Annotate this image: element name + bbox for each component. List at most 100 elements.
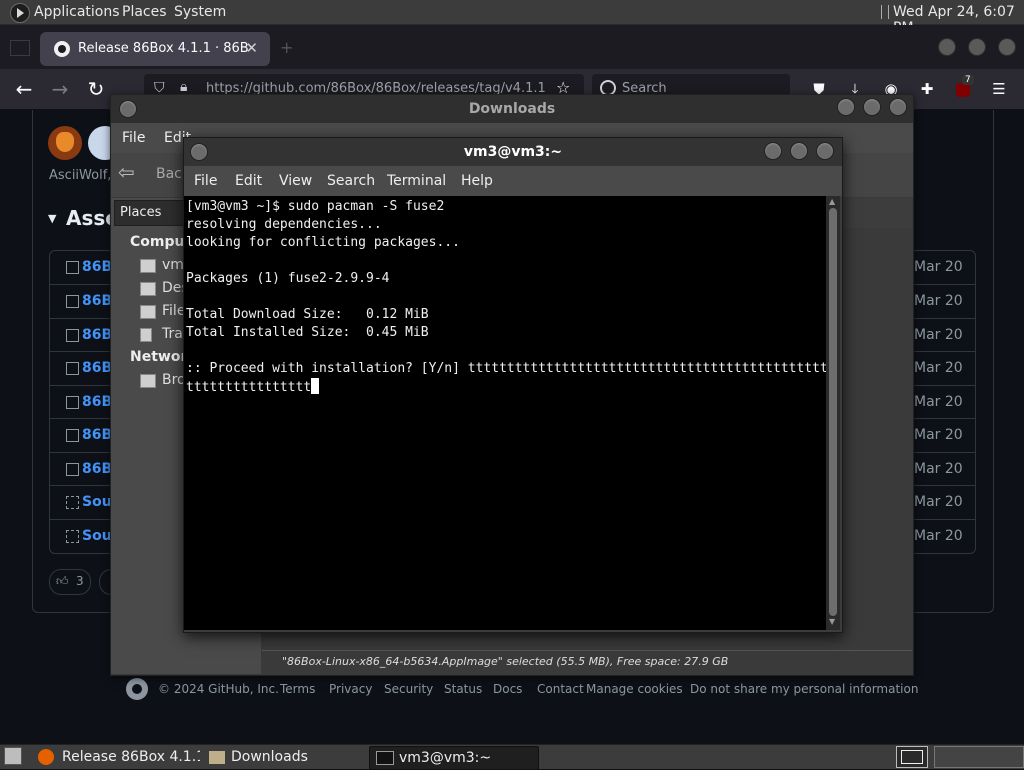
contributor-avatar[interactable] [48,126,82,160]
scroll-down-icon[interactable]: ▼ [829,617,835,626]
task-downloads[interactable]: Downloads [203,746,363,768]
top-panel: Applications Places System Wed Apr 24, 6… [0,0,1024,36]
scrollbar-thumb[interactable] [829,208,837,616]
terminal-scrollbar[interactable]: ▲ ▼ [826,196,840,630]
task-label: Downloads [231,749,308,765]
menu-help[interactable]: Help [461,173,493,189]
distro-logo-icon[interactable] [10,3,30,23]
menu-file[interactable]: File [122,130,145,146]
asset-date: Mar 20 [914,461,963,477]
forward-arrow-icon[interactable]: → [48,78,72,100]
menu-view[interactable]: View [279,173,312,189]
terminal-title: vm3@vm3:~ [463,144,563,160]
browser-tab[interactable]: Release 86Box 4.1.1 · 86Box ✕ [40,32,270,66]
scroll-up-icon[interactable]: ▲ [829,197,835,206]
new-tab-icon[interactable]: + [280,38,293,57]
maximize-window-button[interactable] [863,98,881,116]
show-desktop-icon[interactable] [4,747,22,765]
thumbs-up-reaction-button[interactable]: 👍︎ 3 [49,569,91,595]
footer-link-contact[interactable]: Contact [537,682,584,696]
trash-icon [140,328,152,342]
package-icon [66,396,79,409]
applications-menu[interactable]: Applications [34,4,120,20]
footer-link-manage-cookies[interactable]: Manage cookies [586,682,683,696]
downloads-title: Downloads [468,101,556,117]
package-icon [66,295,79,308]
minimize-window-button[interactable] [938,38,956,56]
back-arrow-icon[interactable]: ← [12,78,36,100]
close-window-button[interactable] [816,142,834,160]
package-icon [66,261,79,274]
system-menu[interactable]: System [174,4,226,20]
package-icon [66,329,79,342]
terminal-menubar: File Edit View Search Terminal Help [184,166,842,196]
task-label: vm3@vm3:~ [399,750,492,766]
status-bar: "86Box-Linux-x86_64-b5634.AppImage" sele… [262,650,912,673]
menu-file[interactable]: File [194,173,217,189]
minimize-window-button[interactable] [764,142,782,160]
github-favicon-icon [54,41,70,57]
terminal-output: [vm3@vm3 ~]$ sudo pacman -S fuse2 resolv… [186,199,828,395]
places-menu[interactable]: Places [122,4,167,20]
back-button[interactable]: ⇦ Back [118,160,190,184]
menu-search[interactable]: Search [327,173,375,189]
desktop-folder-icon [140,282,156,296]
lock-icon[interactable]: 🔒︎ [180,79,187,95]
asset-date: Mar 20 [914,528,963,544]
task-terminal[interactable]: vm3@vm3:~ [369,746,539,770]
package-icon [66,429,79,442]
close-window-button[interactable] [998,38,1016,56]
workspace-switcher-secondary[interactable] [934,746,1024,768]
asset-date: Mar 20 [914,327,963,343]
terminal-screen[interactable]: [vm3@vm3 ~]$ sudo pacman -S fuse2 resolv… [184,196,828,630]
maximize-window-button[interactable] [968,38,986,56]
terminal-icon [376,751,394,765]
task-firefox[interactable]: Release 86Box 4.1.1 ... [32,746,200,768]
ublock-badge: 7 [962,75,974,85]
workspace-switcher[interactable] [896,746,928,768]
collapse-triangle-icon[interactable]: ▼ [48,212,56,225]
footer-link-security[interactable]: Security [384,682,433,696]
github-footer: © 2024 GitHub, Inc. Terms Privacy Securi… [126,678,1006,702]
asset-date: Mar 20 [914,259,963,275]
asset-date: Mar 20 [914,394,963,410]
menu-terminal[interactable]: Terminal [387,173,446,189]
asset-date: Mar 20 [914,494,963,510]
footer-copyright: © 2024 GitHub, Inc. [158,682,279,696]
keyboard-indicator-icon[interactable] [881,5,889,19]
footer-link-docs[interactable]: Docs [493,682,522,696]
drive-icon [140,305,156,319]
menu-edit[interactable]: Edit [235,173,262,189]
github-logo-icon[interactable] [126,678,148,700]
close-tab-icon[interactable]: ✕ [245,39,258,57]
task-label: Release 86Box 4.1.1 ... [62,749,200,765]
tab-overview-icon[interactable] [10,40,30,56]
footer-link-terms[interactable]: Terms [280,682,315,696]
home-folder-icon [140,259,156,273]
reload-icon[interactable]: ↻ [84,78,108,100]
footer-link-status[interactable]: Status [444,682,482,696]
hamburger-menu-icon[interactable]: ☰ [988,78,1010,100]
package-icon [66,362,79,375]
footer-link-do-not-share[interactable]: Do not share my personal information [690,682,918,696]
maximize-window-button[interactable] [790,142,808,160]
asset-date: Mar 20 [914,293,963,309]
thumbs-up-icon: 👍︎ [56,574,69,588]
folder-icon [209,751,225,764]
tab-title: Release 86Box 4.1.1 · 86Box [78,41,248,56]
package-icon [66,463,79,476]
network-icon [140,374,156,388]
downloads-titlebar[interactable]: Downloads [111,95,913,123]
terminal-titlebar[interactable]: vm3@vm3:~ [184,138,842,166]
contributors-line[interactable]: AsciiWolf, [49,168,111,183]
back-arrow-icon: ⇦ [118,160,135,184]
close-window-button[interactable] [889,98,907,116]
footer-link-privacy[interactable]: Privacy [329,682,372,696]
sidebar-type-select[interactable]: Places [114,200,188,226]
zip-icon [66,530,79,543]
reaction-count: 3 [76,574,84,588]
extensions-icon[interactable]: ✚ [916,78,938,100]
status-text: "86Box-Linux-x86_64-b5634.AppImage" sele… [282,655,729,668]
minimize-window-button[interactable] [837,98,855,116]
firefox-icon [38,749,54,765]
